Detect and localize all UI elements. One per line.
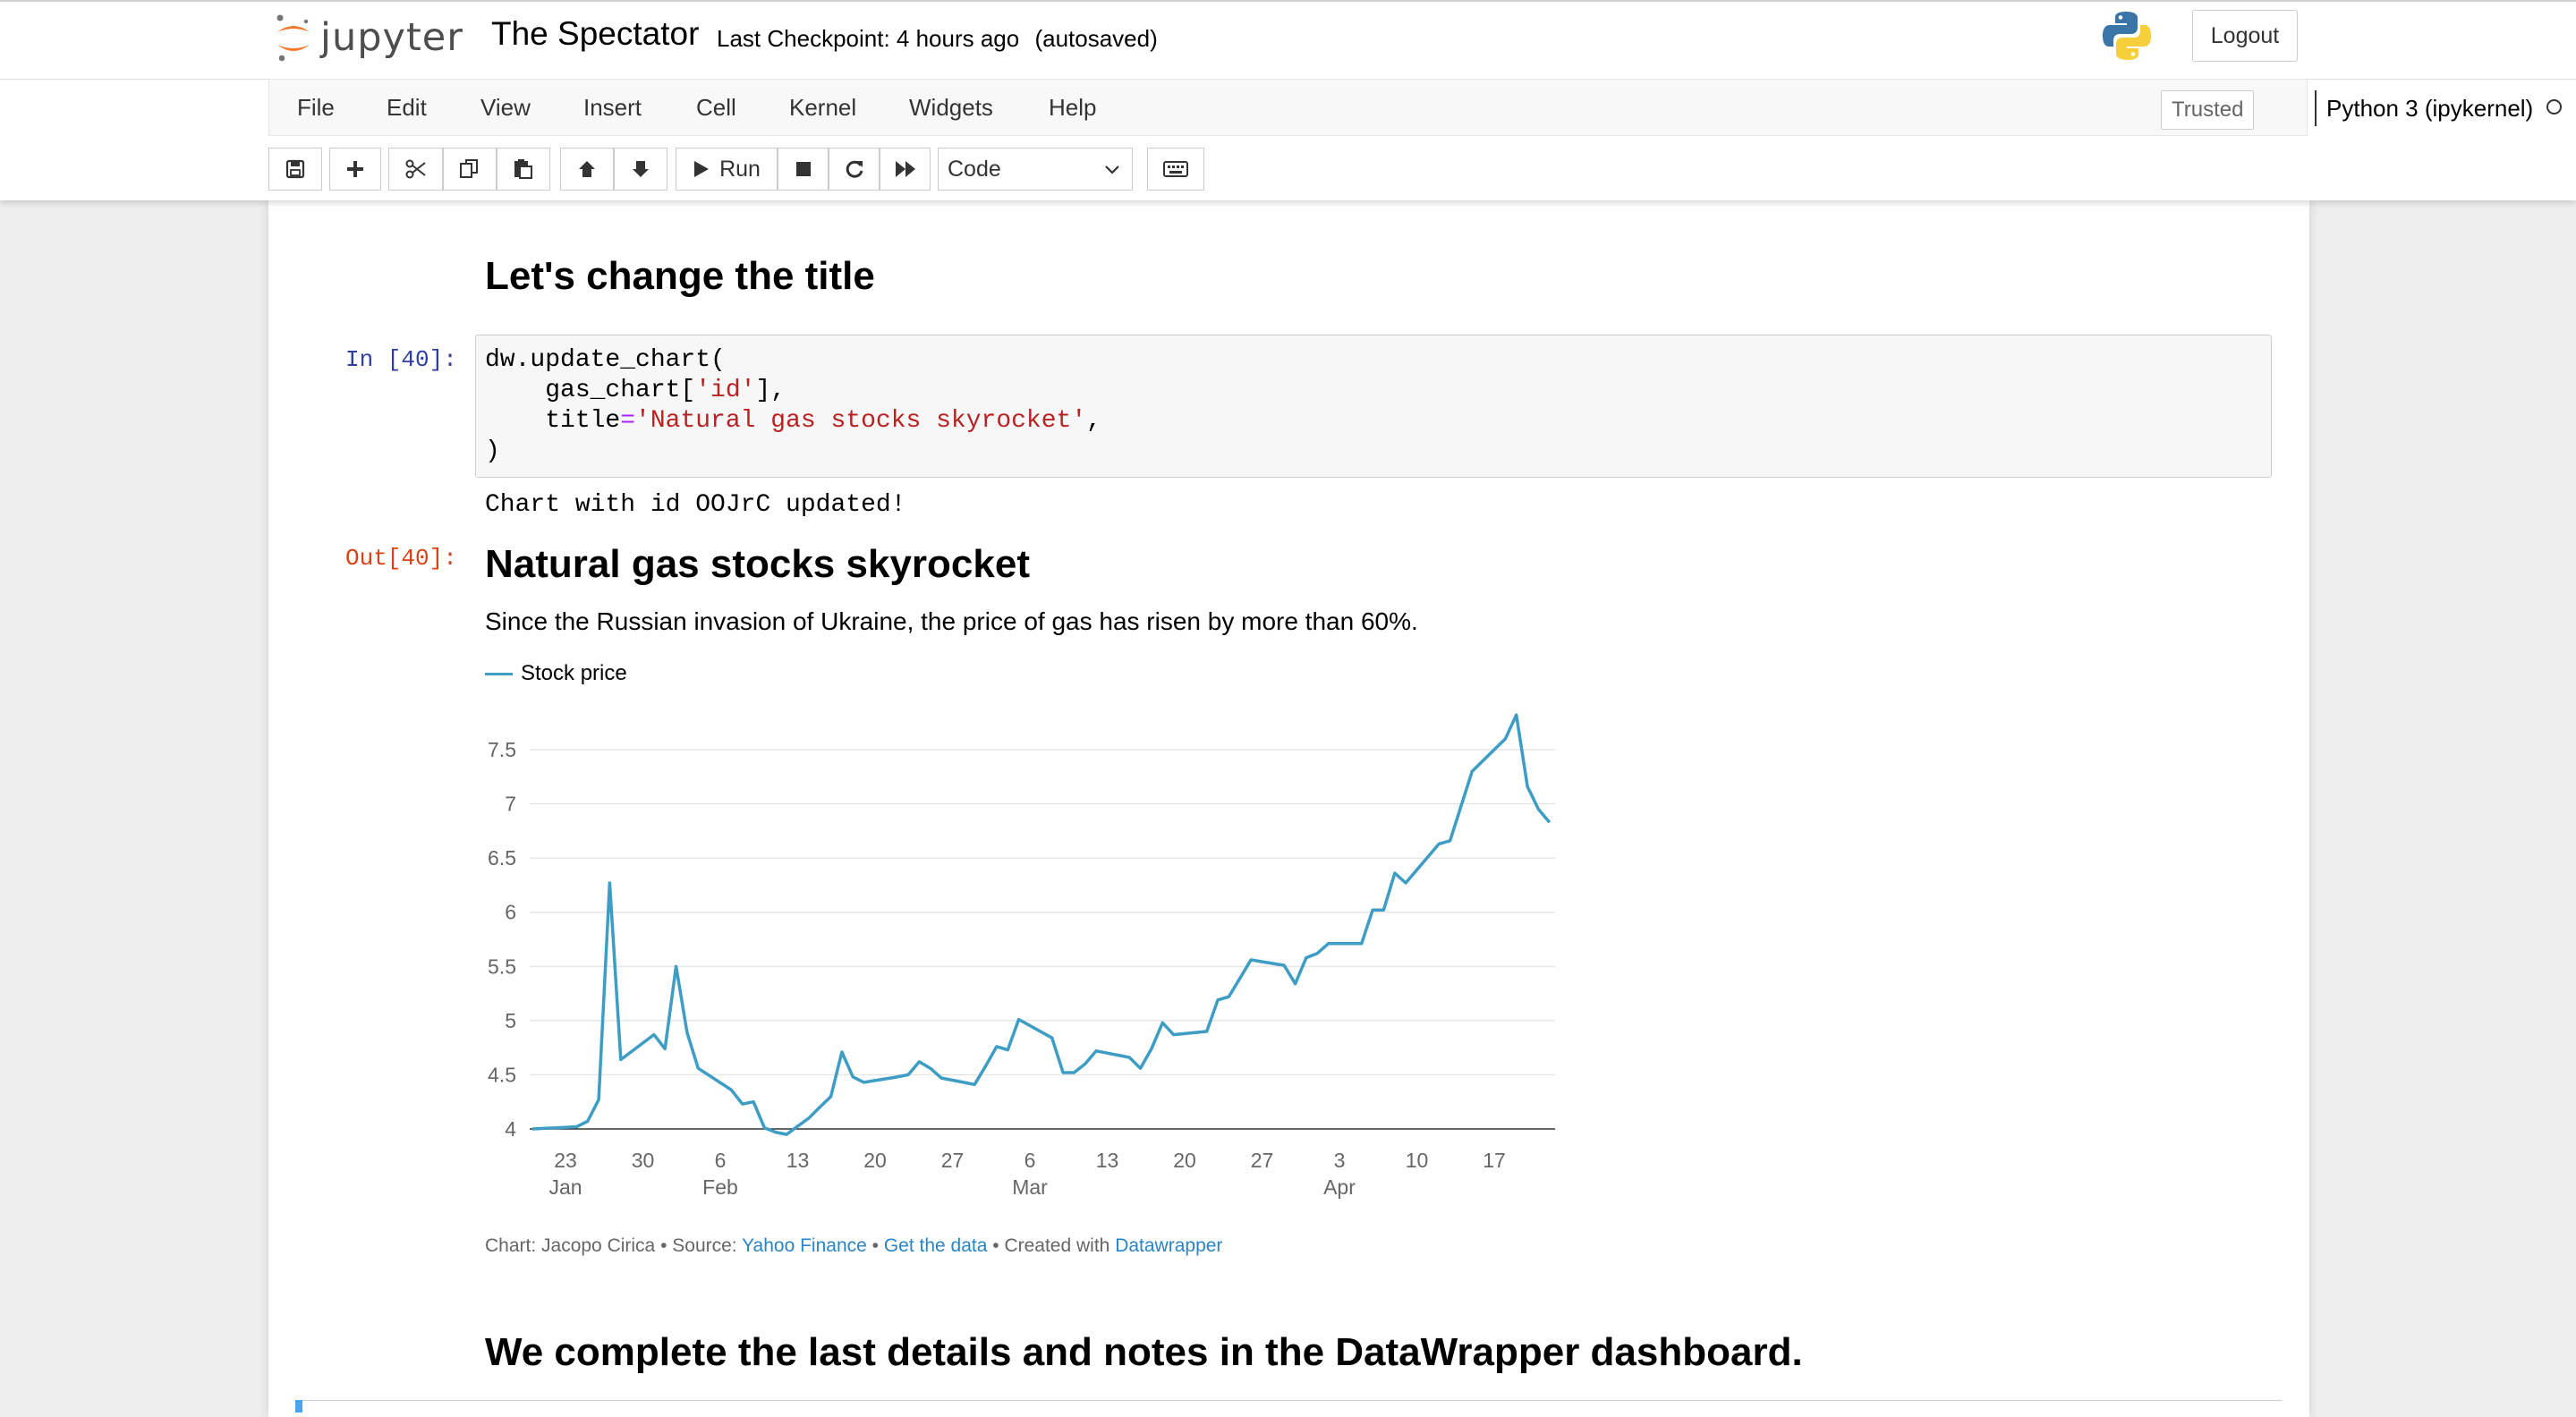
- chart-grid: [530, 749, 1555, 1130]
- y-tick-label: 7: [505, 793, 516, 816]
- chart-credit: Chart: Jacopo Cirica • Source:: [485, 1235, 743, 1256]
- x-tick-label: 27: [1251, 1149, 1274, 1172]
- cell-type-select[interactable]: Code: [938, 148, 1133, 191]
- x-tick-label: 13: [1096, 1149, 1119, 1172]
- y-tick-label: 7.5: [488, 738, 516, 761]
- y-tick-label: 6: [505, 901, 516, 924]
- y-axis: 4 4.5 5 5.5 6 6.5 7 7.5: [488, 738, 516, 1141]
- plus-icon: [347, 161, 363, 177]
- header: jupyter The Spectator Last Checkpoint: 4…: [0, 0, 2576, 200]
- x-tick-month-label: Jan: [548, 1175, 582, 1199]
- arrow-up-icon: [579, 161, 595, 177]
- selected-cell-indicator: [295, 1400, 302, 1413]
- get-data-link[interactable]: Get the data: [884, 1235, 988, 1256]
- x-tick-label: 20: [863, 1149, 887, 1172]
- x-tick-label: 23: [554, 1149, 577, 1172]
- menu-insert[interactable]: Insert: [583, 94, 642, 122]
- jupyter-logo-text: jupyter: [320, 15, 463, 60]
- x-tick-label: 10: [1406, 1149, 1429, 1172]
- x-tick-label: 3: [1334, 1149, 1346, 1172]
- y-tick-label: 4: [505, 1117, 516, 1141]
- line-chart: 4 4.5 5 5.5 6 6.5 7 7.5 23 Jan 30 6 Feb 13 20 27 6 Mar 13…: [488, 713, 1555, 1199]
- kernel-separator: [2315, 90, 2317, 126]
- menu-kernel[interactable]: Kernel: [789, 94, 856, 122]
- restart-button[interactable]: [829, 148, 880, 191]
- x-tick-label: 27: [941, 1149, 965, 1172]
- logout-button[interactable]: Logout: [2192, 10, 2298, 62]
- next-cell[interactable]: [295, 1400, 2282, 1413]
- checkpoint-status: Last Checkpoint: 4 hours ago (autosaved): [717, 25, 1158, 53]
- menubar: File Edit View Insert Cell Kernel Widget…: [268, 79, 2562, 136]
- command-palette-button[interactable]: [1147, 148, 1204, 191]
- stop-icon: [795, 162, 811, 176]
- keyboard-icon: [1163, 161, 1188, 177]
- cut-button[interactable]: [388, 148, 443, 191]
- copy-button[interactable]: [443, 148, 497, 191]
- run-button[interactable]: Run: [676, 148, 778, 191]
- copy-icon: [460, 159, 478, 178]
- x-tick-month-label: Mar: [1012, 1175, 1048, 1199]
- source-link[interactable]: Yahoo Finance: [742, 1235, 867, 1256]
- notebook-title[interactable]: The Spectator: [491, 15, 699, 53]
- jupyter-logo-icon: [276, 14, 310, 62]
- x-tick-label: 20: [1173, 1149, 1196, 1172]
- save-icon: [285, 159, 305, 179]
- restart-run-all-button[interactable]: [880, 148, 931, 191]
- paste-button[interactable]: [497, 148, 550, 191]
- interrupt-button[interactable]: [778, 148, 829, 191]
- top-border: [0, 0, 2576, 2]
- menu-help[interactable]: Help: [1049, 94, 1096, 122]
- arrow-down-icon: [633, 161, 649, 177]
- series-line-stock-price: [531, 713, 1552, 1136]
- x-tick-month-label: Feb: [702, 1175, 738, 1199]
- menu-file[interactable]: File: [297, 94, 335, 122]
- y-tick-label: 6.5: [488, 846, 516, 870]
- cut-icon: [405, 159, 426, 179]
- kernel-idle-indicator-icon: [2546, 99, 2562, 115]
- checkpoint-text: Last Checkpoint: 4 hours ago: [717, 25, 1020, 52]
- menu-widgets[interactable]: Widgets: [909, 94, 993, 122]
- jupyter-logo[interactable]: jupyter: [274, 13, 463, 63]
- menu-edit[interactable]: Edit: [387, 94, 427, 122]
- kernel-name[interactable]: Python 3 (ipykernel): [2326, 95, 2533, 123]
- y-tick-label: 4.5: [488, 1063, 516, 1086]
- x-tick-label: 13: [786, 1149, 810, 1172]
- autosave-status: (autosaved): [1034, 25, 1158, 52]
- menu-view[interactable]: View: [480, 94, 531, 122]
- y-tick-label: 5: [505, 1009, 516, 1032]
- cell-type-value: Code: [948, 156, 1001, 182]
- restart-icon: [846, 160, 863, 178]
- markdown-heading[interactable]: We complete the last details and notes i…: [485, 1330, 1803, 1375]
- fast-forward-icon: [895, 161, 915, 177]
- move-down-button[interactable]: [614, 148, 667, 191]
- created-with-text: • Created with: [987, 1235, 1116, 1256]
- insert-cell-button[interactable]: [329, 148, 381, 191]
- run-label: Run: [719, 156, 761, 182]
- x-axis: 23 Jan 30 6 Feb 13 20 27 6 Mar 13 20 27 3 Apr 10 17: [548, 1149, 1505, 1199]
- x-tick-label: 17: [1483, 1149, 1506, 1172]
- chart-footer: Chart: Jacopo Cirica • Source: Yahoo Fin…: [485, 1235, 1222, 1257]
- save-button[interactable]: [268, 148, 322, 191]
- x-tick-month-label: Apr: [1323, 1175, 1356, 1199]
- y-tick-label: 5.5: [488, 955, 516, 978]
- x-tick-label: 6: [1024, 1149, 1036, 1172]
- footer-separator: •: [866, 1235, 884, 1256]
- menu-cell[interactable]: Cell: [696, 94, 736, 122]
- chevron-down-icon: [1105, 165, 1119, 174]
- python-logo-icon: [2100, 9, 2154, 67]
- x-tick-label: 6: [715, 1149, 727, 1172]
- paste-icon: [514, 159, 532, 179]
- datawrapper-link[interactable]: Datawrapper: [1115, 1235, 1222, 1256]
- x-tick-label: 30: [632, 1149, 655, 1172]
- play-icon: [694, 161, 710, 177]
- trusted-badge[interactable]: Trusted: [2161, 90, 2255, 130]
- move-up-button[interactable]: [560, 148, 614, 191]
